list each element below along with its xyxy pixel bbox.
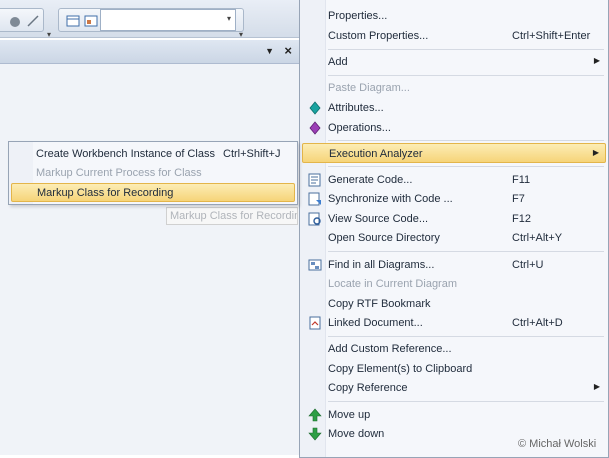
menu-item-label: Add Custom Reference... (328, 343, 452, 355)
menu-item-locate-in-current-diagram: Locate in Current Diagram (302, 274, 606, 294)
move-up-icon (308, 408, 322, 422)
menu-item-label: Operations... (328, 122, 391, 134)
menu-item-label: Properties... (328, 10, 388, 22)
menu-separator (328, 336, 604, 337)
move-down-icon (308, 427, 322, 441)
menu-separator (328, 140, 604, 141)
submenu-item-markup-class-for-recording[interactable]: Markup Class for Recording (11, 183, 295, 202)
submenu-item-create-workbench-instance[interactable]: Create Workbench Instance of Class Ctrl+… (11, 145, 295, 164)
menu-item-copy-elements-to-clipboard[interactable]: Copy Element(s) to Clipboard (302, 359, 606, 379)
attributes-icon (308, 101, 322, 115)
menu-item-operations[interactable]: Operations... (302, 118, 606, 138)
panel-body (0, 64, 300, 455)
menu-item-label: Copy RTF Bookmark (328, 298, 431, 310)
menu-item-label: Generate Code... (328, 174, 413, 186)
diagram-icon[interactable] (66, 14, 80, 28)
menu-separator (328, 49, 604, 50)
menu-item-label: Linked Document... (328, 317, 423, 329)
menu-item-properties[interactable]: Properties... (302, 6, 606, 26)
submenu-item-label: Markup Current Process for Class (36, 167, 202, 179)
menu-item-label: Execution Analyzer (329, 148, 423, 160)
menu-item-label: Add (328, 56, 348, 68)
submenu-item-label: Create Workbench Instance of Class (36, 148, 215, 160)
panel-header: ▼ × (0, 40, 300, 64)
menu-item-label: Copy Reference (328, 382, 408, 394)
menu-item-shortcut: Ctrl+Shift+Enter (512, 30, 591, 42)
menu-item-shortcut: F7 (512, 193, 525, 205)
menu-item-label: Custom Properties... (328, 30, 429, 42)
diagram-properties-icon[interactable] (84, 14, 98, 28)
menu-item-label: Locate in Current Diagram (328, 278, 458, 290)
menu-item-shortcut: F12 (512, 213, 531, 225)
menu-item-move-up[interactable]: Move up (302, 405, 606, 425)
line-tool-icon[interactable] (26, 14, 40, 28)
menu-item-synchronize-with-code[interactable]: Synchronize with Code ... F7 (302, 189, 606, 209)
linked-document-icon (308, 316, 322, 330)
operations-icon (308, 121, 322, 135)
toolbar-grip-right[interactable]: ▾ (239, 30, 243, 39)
submenu-arrow-icon: ▶ (593, 56, 600, 65)
toolbar-dropdown[interactable]: ▾ (100, 9, 236, 31)
menu-item-generate-code[interactable]: Generate Code... F11 (302, 170, 606, 190)
pin-dropdown-icon[interactable]: ▼ (265, 46, 274, 56)
ghost-tooltip: Markup Class for Recording (166, 207, 298, 225)
menu-item-add[interactable]: Add ▶ (302, 52, 606, 72)
toolbar-grip-left[interactable]: ▾ (47, 30, 51, 39)
menu-item-label: Open Source Directory (328, 232, 440, 244)
menu-separator (328, 75, 604, 76)
find-diagrams-icon (308, 258, 322, 272)
menu-item-paste-diagram: Paste Diagram... (302, 78, 606, 98)
menu-item-copy-rtf-bookmark[interactable]: Copy RTF Bookmark (302, 294, 606, 314)
toolbar: ▾ ▾ ▾ (0, 0, 300, 39)
submenu-item-label: Markup Class for Recording (37, 187, 174, 199)
watermark: © Michał Wolski (518, 438, 597, 450)
submenu-item-markup-current-process: Markup Current Process for Class (11, 164, 295, 183)
synchronize-code-icon (308, 192, 322, 206)
menu-item-label: Find in all Diagrams... (328, 259, 435, 271)
menu-item-label: Move up (328, 409, 371, 421)
menu-item-shortcut: Ctrl+U (512, 259, 544, 271)
menu-item-label: Move down (328, 428, 385, 440)
menu-item-label: Attributes... (328, 102, 384, 114)
close-icon[interactable]: × (284, 43, 292, 58)
menu-item-open-source-directory[interactable]: Open Source Directory Ctrl+Alt+Y (302, 228, 606, 248)
view-source-icon (308, 212, 322, 226)
submenu-arrow-icon: ▶ (593, 382, 600, 391)
menu-item-custom-properties[interactable]: Custom Properties... Ctrl+Shift+Enter (302, 26, 606, 46)
menu-item-shortcut: Ctrl+Alt+Y (512, 232, 563, 244)
menu-item-add-custom-reference[interactable]: Add Custom Reference... (302, 339, 606, 359)
menu-separator (328, 401, 604, 402)
menu-item-label: Copy Element(s) to Clipboard (328, 363, 473, 375)
menu-item-shortcut: F11 (512, 174, 531, 186)
menu-item-view-source-code[interactable]: View Source Code... F12 (302, 209, 606, 229)
submenu-arrow-icon: ▶ (592, 148, 599, 157)
menu-separator (328, 251, 604, 252)
menu-separator (328, 166, 604, 167)
menu-item-copy-reference[interactable]: Copy Reference ▶ (302, 378, 606, 398)
menu-item-find-in-all-diagrams[interactable]: Find in all Diagrams... Ctrl+U (302, 255, 606, 275)
generate-code-icon (308, 173, 322, 187)
menu-item-execution-analyzer[interactable]: Execution Analyzer ▶ (302, 143, 606, 163)
menu-item-linked-document[interactable]: Linked Document... Ctrl+Alt+D (302, 313, 606, 333)
brush-icon[interactable] (8, 14, 22, 28)
menu-item-label: Synchronize with Code ... (328, 193, 453, 205)
execution-analyzer-submenu: Create Workbench Instance of Class Ctrl+… (8, 141, 298, 205)
menu-item-shortcut: Ctrl+Alt+D (512, 317, 563, 329)
menu-item-label: Paste Diagram... (328, 82, 410, 94)
menu-item-attributes[interactable]: Attributes... (302, 98, 606, 118)
submenu-item-shortcut: Ctrl+Shift+J (223, 148, 281, 160)
chevron-down-icon: ▾ (226, 14, 231, 23)
menu-item-label: View Source Code... (328, 213, 429, 225)
context-menu: Properties... Custom Properties... Ctrl+… (299, 0, 609, 458)
